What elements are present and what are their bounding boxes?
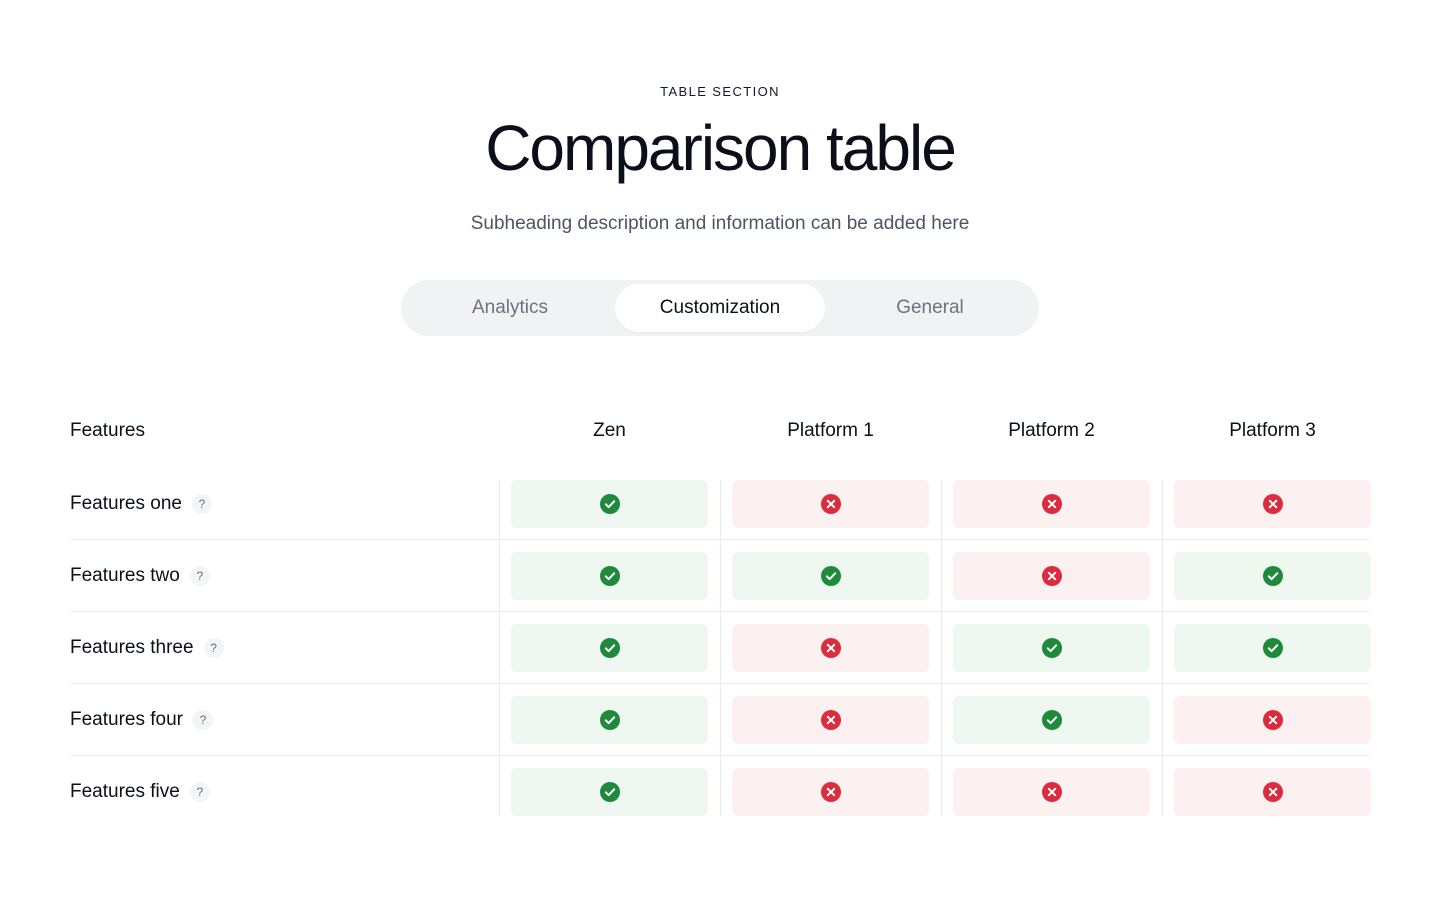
check-circle-icon <box>1041 710 1062 730</box>
included-cell <box>1174 552 1371 600</box>
check-circle-icon <box>820 566 841 586</box>
feature-label: Features three? <box>70 612 224 684</box>
table-header-row: Features Zen Platform 1 Platform 2 Platform… <box>70 400 1370 464</box>
column-header: Platform 1 <box>787 420 874 441</box>
feature-label: Features one? <box>70 468 212 540</box>
excluded-cell <box>732 624 929 672</box>
table-row: Features two? <box>70 552 1371 624</box>
excluded-cell <box>1174 480 1371 528</box>
feature-label: Features four? <box>70 684 213 756</box>
included-cell <box>511 552 708 600</box>
column-header: Zen <box>593 420 626 441</box>
column-header: Platform 3 <box>1229 420 1316 441</box>
help-icon[interactable]: ? <box>191 494 212 514</box>
excluded-cell <box>732 696 929 744</box>
included-cell <box>511 624 708 672</box>
help-icon[interactable]: ? <box>203 638 224 658</box>
check-circle-icon <box>599 566 620 586</box>
tab-customization[interactable]: Customization <box>615 284 825 332</box>
check-circle-icon <box>599 494 620 514</box>
x-circle-icon <box>1041 566 1062 586</box>
feature-name: Features four <box>70 709 183 730</box>
section-eyebrow: TABLE SECTION <box>660 84 780 99</box>
check-circle-icon <box>599 638 620 658</box>
x-circle-icon <box>1041 782 1062 802</box>
row-divider <box>70 539 1370 540</box>
excluded-cell <box>953 552 1150 600</box>
x-circle-icon <box>820 494 841 514</box>
comparison-page: TABLE SECTION Comparison table Subheadin… <box>0 0 1440 900</box>
x-circle-icon <box>820 638 841 658</box>
excluded-cell <box>953 768 1150 816</box>
check-circle-icon <box>1262 566 1283 586</box>
page-subtitle: Subheading description and information c… <box>470 213 970 234</box>
included-cell <box>732 552 929 600</box>
help-icon[interactable]: ? <box>189 782 210 802</box>
x-circle-icon <box>1262 782 1283 802</box>
included-cell <box>953 624 1150 672</box>
page-title: Comparison table <box>485 112 957 184</box>
row-divider <box>70 755 1370 756</box>
row-divider <box>70 611 1370 612</box>
check-circle-icon <box>1262 638 1283 658</box>
tab-bar: Analytics Customization General <box>401 280 1039 336</box>
table-row: Features three? <box>70 624 1371 696</box>
excluded-cell <box>1174 696 1371 744</box>
x-circle-icon <box>820 710 841 730</box>
feature-name: Features three <box>70 637 194 658</box>
x-circle-icon <box>1262 494 1283 514</box>
included-cell <box>1174 624 1371 672</box>
column-header: Platform 2 <box>1008 420 1095 441</box>
included-cell <box>511 696 708 744</box>
feature-name: Features two <box>70 565 180 586</box>
tab-analytics[interactable]: Analytics <box>405 284 615 332</box>
row-divider <box>70 683 1370 684</box>
feature-name: Features one <box>70 493 182 514</box>
excluded-cell <box>732 480 929 528</box>
features-column-header: Features <box>70 420 145 441</box>
included-cell <box>511 768 708 816</box>
excluded-cell <box>732 768 929 816</box>
feature-label: Features two? <box>70 540 210 612</box>
help-icon[interactable]: ? <box>189 566 210 586</box>
tab-general[interactable]: General <box>825 284 1035 332</box>
included-cell <box>953 696 1150 744</box>
feature-name: Features five <box>70 781 180 802</box>
check-circle-icon <box>599 782 620 802</box>
excluded-cell <box>953 480 1150 528</box>
x-circle-icon <box>820 782 841 802</box>
table-row: Features four? <box>70 696 1371 768</box>
table-row: Features one? <box>70 480 1371 552</box>
check-circle-icon <box>599 710 620 730</box>
check-circle-icon <box>1041 638 1062 658</box>
help-icon[interactable]: ? <box>193 710 213 730</box>
included-cell <box>511 480 708 528</box>
x-circle-icon <box>1041 494 1062 514</box>
feature-label: Features five? <box>70 756 210 828</box>
excluded-cell <box>1174 768 1371 816</box>
table-row: Features five? <box>70 768 1371 840</box>
x-circle-icon <box>1262 710 1283 730</box>
